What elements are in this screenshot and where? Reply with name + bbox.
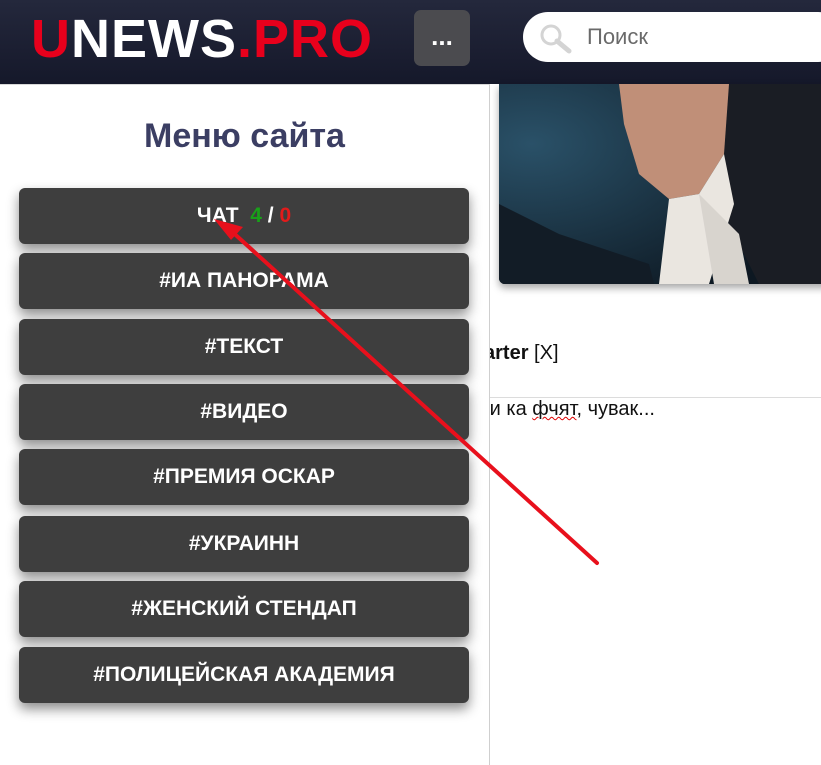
site-menu-title: Меню сайта [144,117,345,155]
search-box[interactable] [523,12,821,62]
menu-item-zhenskiy-stendap[interactable]: #ЖЕНСКИЙ СТЕНДАП [19,581,469,637]
comment-header: arter [X] [484,342,559,365]
site-menu-panel: Меню сайта ЧАТ 4 / 0 #ИА ПАНОРАМА #ТЕКСТ… [0,84,490,765]
comment-close-button[interactable]: [X] [534,342,558,364]
chat-online-count: 4 [250,204,262,227]
site-menu-button[interactable]: ... [414,10,470,66]
chat-unread-count: 0 [279,204,292,227]
chat-count-separator: / [267,204,274,227]
site-header: UNEWS.PRO ... [0,0,821,84]
logo-letter-u: U [31,9,71,69]
menu-item-tekst[interactable]: #ТЕКСТ [19,319,469,375]
site-logo[interactable]: UNEWS.PRO [31,8,373,70]
menu-item-politseyskaya-akademiya[interactable]: #ПОЛИЦЕЙСКАЯ АКАДЕМИЯ [19,647,469,703]
menu-item-ia-panorama[interactable]: #ИА ПАНОРАМА [19,253,469,309]
menu-item-video[interactable]: #ВИДЕО [19,384,469,440]
search-icon [540,24,572,54]
search-input[interactable] [587,12,821,62]
menu-item-ukrainn[interactable]: #УКРАИНН [19,516,469,572]
menu-item-premiya-oskar[interactable]: #ПРЕМИЯ ОСКАР [19,449,469,505]
comment-author-name[interactable]: arter [484,342,528,364]
article-photo-image [499,84,821,284]
logo-dot: . [237,9,254,69]
comment-text-end: , чувак... [576,398,655,420]
chat-label: ЧАТ [196,204,239,227]
logo-word-pro: PRO [253,9,374,69]
comment-text-misspelled: фчят [532,398,577,420]
menu-item-chat[interactable]: ЧАТ 4 / 0 [19,188,469,244]
comment-body: ди ка фчят, чувак... [478,398,655,421]
logo-word-news: NEWS [71,9,237,69]
article-photo [499,84,821,284]
